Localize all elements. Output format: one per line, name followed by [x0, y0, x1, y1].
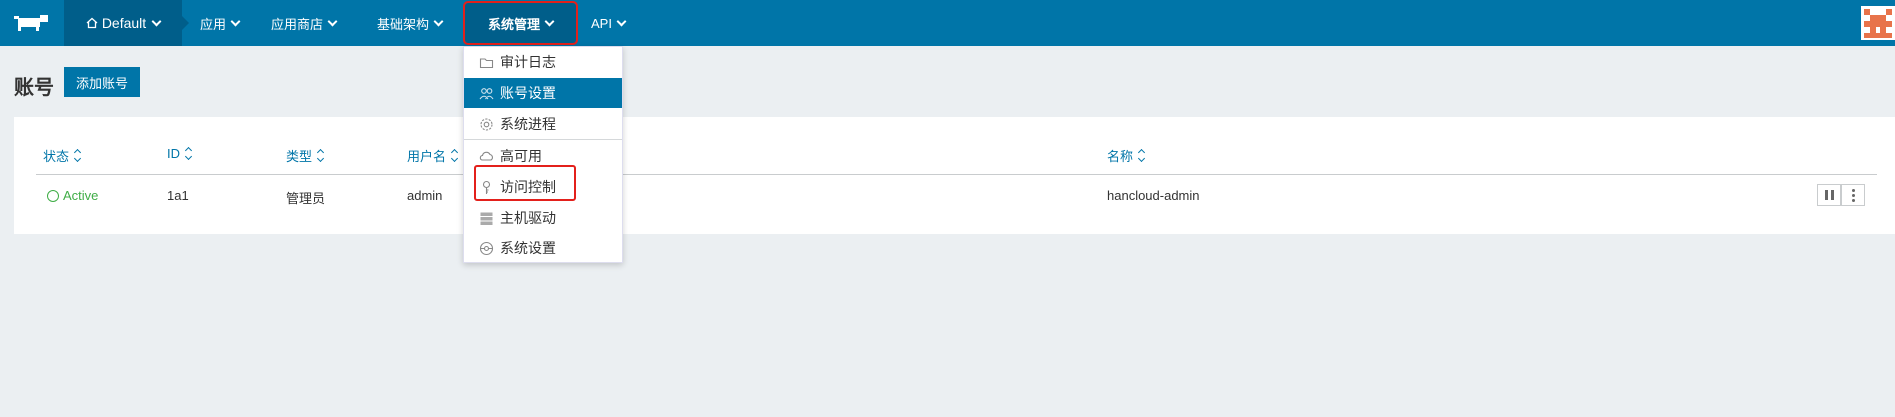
gear-icon	[480, 117, 493, 131]
sort-icon	[1137, 148, 1146, 163]
nav-apps-label: 应用	[200, 16, 227, 32]
admin-dropdown-menu: 审计日志 账号设置 系统进程 高可用 访问控制 主机驱动 系统设置	[463, 46, 623, 263]
sort-icon	[73, 148, 82, 163]
server-icon	[480, 212, 493, 225]
nav-catalog-label: 应用商店	[271, 16, 324, 32]
column-header-label: 状态	[43, 149, 70, 164]
menu-item-label: 高可用	[500, 148, 542, 164]
chevron-down-icon	[433, 16, 444, 26]
menu-item-access-control[interactable]: 访问控制	[464, 172, 622, 202]
menu-item-accounts[interactable]: 账号设置	[464, 78, 622, 108]
menu-item-audit-log[interactable]: 审计日志	[464, 47, 622, 77]
column-header-label: 类型	[286, 149, 313, 164]
user-avatar[interactable]	[1861, 6, 1895, 40]
menu-item-label: 系统进程	[500, 116, 556, 132]
row-username: admin	[407, 188, 443, 203]
column-header-label: 用户名	[407, 149, 447, 164]
sort-icon	[450, 148, 459, 163]
sort-icon	[316, 148, 325, 163]
row-name: hancloud-admin	[1107, 188, 1200, 203]
row-actions	[1817, 184, 1865, 206]
page-title: 账号	[14, 77, 54, 99]
folder-icon	[479, 57, 494, 68]
row-state: Active	[47, 188, 98, 203]
column-header-state[interactable]: 状态	[43, 146, 82, 165]
row-state-label: Active	[63, 188, 99, 203]
column-header-username[interactable]: 用户名	[407, 146, 459, 165]
nav-catalog[interactable]: 应用商店	[271, 0, 338, 46]
active-status-icon	[47, 189, 59, 202]
deactivate-button[interactable]	[1817, 184, 1841, 206]
more-vertical-icon	[1851, 188, 1855, 202]
chevron-down-icon	[230, 16, 241, 26]
menu-item-machine-drivers[interactable]: 主机驱动	[464, 203, 622, 233]
nav-apps[interactable]: 应用	[200, 0, 241, 46]
chevron-down-icon	[327, 16, 338, 26]
menu-item-label: 系统设置	[500, 240, 556, 256]
menu-divider	[464, 139, 622, 140]
home-icon	[86, 17, 98, 29]
nav-admin-label: 系统管理	[487, 16, 540, 32]
more-actions-button[interactable]	[1841, 184, 1865, 206]
menu-item-label: 账号设置	[500, 85, 556, 101]
column-header-type[interactable]: 类型	[286, 146, 325, 165]
nav-api[interactable]: API	[591, 0, 627, 46]
row-id: 1a1	[167, 188, 189, 203]
top-navbar: Default 应用 应用商店 基础架构 系统管理 API	[0, 0, 1895, 46]
pause-icon	[1824, 190, 1834, 200]
add-account-button[interactable]: 添加账号	[64, 67, 140, 97]
key-icon	[482, 180, 491, 194]
nav-api-label: API	[591, 15, 612, 31]
rancher-logo-icon	[14, 15, 48, 31]
environment-label: Default	[101, 15, 147, 31]
app-logo[interactable]	[0, 0, 64, 46]
menu-item-label: 访问控制	[500, 179, 556, 195]
menu-item-settings[interactable]: 系统设置	[464, 233, 622, 263]
nav-infrastructure[interactable]: 基础架构	[377, 0, 444, 46]
column-header-label: ID	[167, 146, 180, 161]
menu-item-label: 审计日志	[500, 54, 556, 70]
cloud-icon	[479, 151, 493, 161]
menu-item-label: 主机驱动	[500, 210, 556, 226]
sort-icon	[184, 146, 193, 161]
column-header-id[interactable]: ID	[167, 146, 193, 161]
nav-admin[interactable]: 系统管理	[463, 1, 578, 45]
chevron-down-icon	[544, 16, 555, 26]
column-header-label: 名称	[1107, 149, 1134, 164]
users-icon	[479, 87, 494, 99]
environment-switcher[interactable]: Default	[64, 0, 189, 46]
accounts-table-card	[14, 117, 1895, 234]
row-type: 管理员	[286, 191, 326, 206]
chevron-down-icon	[616, 16, 627, 26]
menu-item-ha[interactable]: 高可用	[464, 141, 622, 171]
table-header-divider	[36, 174, 1877, 175]
settings-globe-icon	[479, 241, 494, 255]
avatar-icon	[1861, 6, 1895, 40]
column-header-name[interactable]: 名称	[1107, 146, 1146, 165]
nav-infrastructure-label: 基础架构	[377, 16, 430, 32]
chevron-down-icon	[151, 16, 162, 26]
menu-item-processes[interactable]: 系统进程	[464, 109, 622, 139]
